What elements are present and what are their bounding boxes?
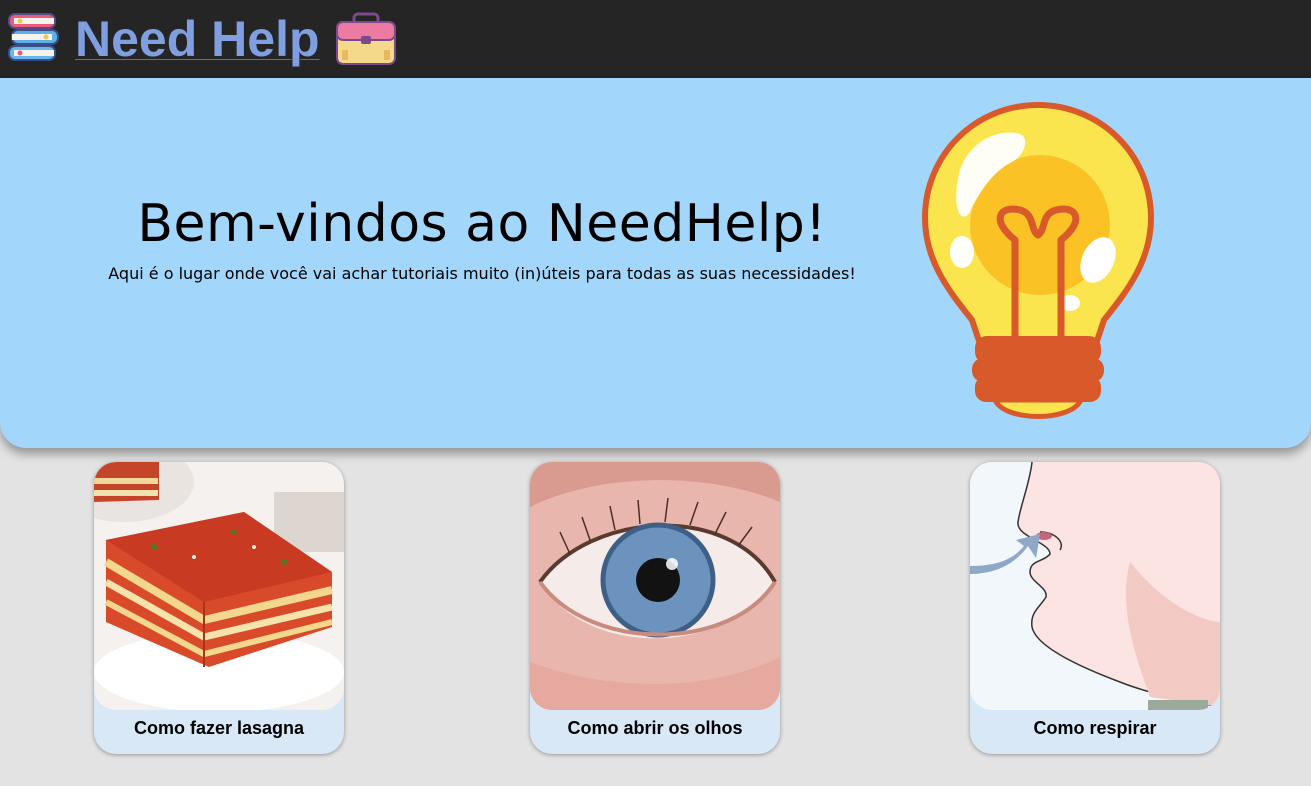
lasagna-image bbox=[94, 462, 344, 710]
top-navbar: Need Help bbox=[0, 0, 1311, 78]
hero-title: Bem-vindos ao NeedHelp! bbox=[137, 194, 827, 254]
eye-image bbox=[530, 462, 780, 710]
lightbulb-icon bbox=[921, 101, 1155, 419]
toolbox-icon bbox=[336, 12, 396, 65]
hero-subtitle: Aqui é o lugar onde você vai achar tutor… bbox=[108, 264, 856, 283]
card-lasagna[interactable]: Como fazer lasagna bbox=[94, 462, 344, 754]
books-icon bbox=[8, 13, 59, 61]
card-eye[interactable]: Como abrir os olhos bbox=[530, 462, 780, 754]
breathing-nose-image bbox=[970, 462, 1220, 710]
card-eye-label: Como abrir os olhos bbox=[567, 718, 743, 738]
card-breathe[interactable]: Como respirar bbox=[970, 462, 1220, 754]
hero-banner: Bem-vindos ao NeedHelp! Aqui é o lugar o… bbox=[0, 78, 1311, 448]
card-breathe-label: Como respirar bbox=[1033, 718, 1157, 738]
brand-title-link[interactable]: Need Help bbox=[75, 4, 320, 74]
card-lasagna-label: Como fazer lasagna bbox=[133, 718, 305, 738]
